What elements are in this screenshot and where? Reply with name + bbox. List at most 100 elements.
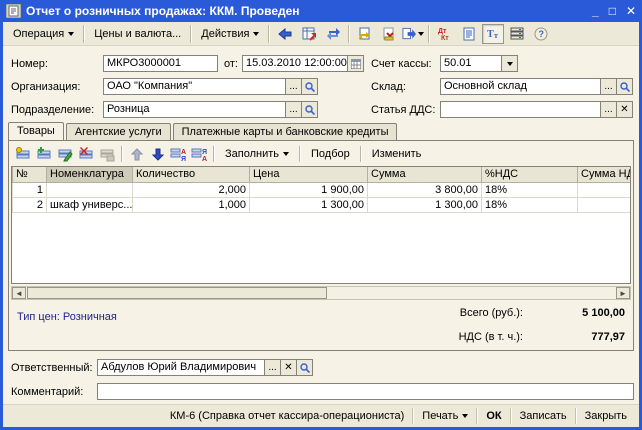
cancel-post-icon[interactable] xyxy=(378,24,400,44)
ok-button[interactable]: ОК xyxy=(478,407,509,425)
clear-x-icon[interactable]: ✕ xyxy=(617,101,633,118)
ellipsis-button[interactable]: ... xyxy=(265,359,281,376)
selected-cell[interactable]: шкаф интерьер xyxy=(47,182,133,197)
fill-menu-button[interactable]: Заполнить xyxy=(218,146,296,162)
warehouse-label: Склад: xyxy=(371,81,406,93)
col-vat-sum[interactable]: Сумма НДС xyxy=(578,167,632,182)
number-input[interactable]: МКРО3000001 xyxy=(103,55,218,72)
ellipsis-button[interactable]: ... xyxy=(286,101,302,118)
ellipsis-button[interactable]: ... xyxy=(601,78,617,95)
operation-menu-button[interactable]: Операция xyxy=(7,26,80,42)
edit-button[interactable]: Изменить xyxy=(365,146,429,162)
division-label: Подразделение: xyxy=(11,104,94,116)
scroll-left-icon[interactable]: ◄ xyxy=(12,287,26,299)
total-label: Всего (руб.): xyxy=(460,307,523,319)
clear-x-icon[interactable]: ✕ xyxy=(281,359,297,376)
back-icon[interactable] xyxy=(274,24,296,44)
reread-icon[interactable] xyxy=(298,24,320,44)
magnifier-icon[interactable] xyxy=(617,78,633,95)
scroll-right-icon[interactable]: ► xyxy=(616,287,630,299)
svg-text:T: T xyxy=(487,29,494,40)
insert-row-icon[interactable] xyxy=(34,145,55,164)
toolbar-separator xyxy=(121,146,123,162)
svg-text:Я: Я xyxy=(202,149,207,156)
svg-text:А: А xyxy=(202,156,207,162)
items-table: № Номенклатура Количество Цена Сумма %НД… xyxy=(11,166,631,284)
date-input[interactable]: 15.03.2010 12:00:00 xyxy=(242,55,348,72)
save-icon[interactable] xyxy=(354,24,376,44)
table-row[interactable]: 1 шкаф интерьер 2,000 1 900,00 3 800,00 … xyxy=(13,182,632,197)
horizontal-scrollbar[interactable]: ◄ ► xyxy=(11,286,631,300)
edit-row-icon[interactable] xyxy=(55,145,76,164)
svg-text:Я: Я xyxy=(181,156,186,162)
close-icon[interactable]: ✕ xyxy=(626,4,636,18)
toolbar-separator xyxy=(190,25,192,43)
scrollbar-thumb[interactable] xyxy=(27,287,327,299)
sort-za-icon[interactable]: ЯА xyxy=(189,145,210,164)
organization-input[interactable]: ОАО "Компания" xyxy=(103,78,286,95)
pick-button[interactable]: Подбор xyxy=(304,146,357,162)
title-bar: Отчет о розничных продажах: ККМ. Проведе… xyxy=(0,0,642,22)
swap-arrows-icon[interactable] xyxy=(322,24,344,44)
save-button[interactable]: Записать xyxy=(512,407,575,425)
tab-tovary[interactable]: Товары xyxy=(8,122,64,141)
minimize-icon[interactable]: _ xyxy=(592,4,599,18)
post-icon[interactable] xyxy=(402,24,424,44)
magnifier-icon[interactable] xyxy=(302,101,318,118)
dt-kt-icon[interactable]: ДтКт xyxy=(434,24,456,44)
col-nomenclature[interactable]: Номенклатура xyxy=(47,167,133,182)
maximize-icon[interactable]: □ xyxy=(609,4,616,18)
text-tt-icon[interactable]: Tт xyxy=(482,24,504,44)
km6-report-button[interactable]: КМ-6 (Справка отчет кассира-операционист… xyxy=(162,407,412,425)
vat-total-value: 777,97 xyxy=(530,331,625,343)
col-number[interactable]: № xyxy=(13,167,47,182)
responsible-input[interactable]: Абдулов Юрий Владимирович xyxy=(97,359,265,376)
chevron-down-icon[interactable] xyxy=(502,55,518,72)
tab-panel-tovary: АЯ ЯА Заполнить Подбор Изменить xyxy=(8,140,634,351)
svg-text:Дт: Дт xyxy=(438,28,447,35)
move-down-icon[interactable] xyxy=(147,145,168,164)
cash-account-combo[interactable]: 50.01 xyxy=(440,55,502,72)
table-row[interactable]: 2 шкаф универс... 1,000 1 300,00 1 300,0… xyxy=(13,197,632,212)
comment-input[interactable] xyxy=(97,383,634,400)
tab-platezhnye-karty[interactable]: Платежные карты и банковские кредиты xyxy=(173,123,398,140)
col-sum[interactable]: Сумма xyxy=(368,167,482,182)
svg-text:?: ? xyxy=(539,29,545,39)
responsible-label: Ответственный: xyxy=(11,362,93,374)
comment-label: Комментарий: xyxy=(11,386,83,398)
ellipsis-button[interactable]: ... xyxy=(286,78,302,95)
number-label: Номер: xyxy=(11,58,48,70)
toolbar-separator xyxy=(299,146,301,162)
delete-row-icon[interactable] xyxy=(76,145,97,164)
price-type-label[interactable]: Тип цен: Розничная xyxy=(17,311,117,323)
structure-icon[interactable] xyxy=(506,24,528,44)
calendar-icon[interactable] xyxy=(348,55,364,72)
magnifier-icon[interactable] xyxy=(297,359,313,376)
prices-currency-button[interactable]: Цены и валюта... xyxy=(88,26,187,42)
col-price[interactable]: Цена xyxy=(250,167,368,182)
dds-input[interactable] xyxy=(440,101,601,118)
col-quantity[interactable]: Количество xyxy=(133,167,250,182)
document-report-icon[interactable] xyxy=(458,24,480,44)
close-button[interactable]: Закрыть xyxy=(577,407,635,425)
move-up-icon[interactable] xyxy=(126,145,147,164)
actions-menu-button[interactable]: Действия xyxy=(195,26,265,42)
help-icon[interactable]: ? xyxy=(530,24,552,44)
toolbar-separator xyxy=(360,146,362,162)
print-menu-button[interactable]: Печать xyxy=(414,407,476,425)
toolbar-separator xyxy=(213,146,215,162)
magnifier-icon[interactable] xyxy=(302,78,318,95)
tab-agentskie-uslugi[interactable]: Агентские услуги xyxy=(66,123,171,140)
col-vat-percent[interactable]: %НДС xyxy=(482,167,578,182)
toolbar-separator xyxy=(83,25,85,43)
ellipsis-button[interactable]: ... xyxy=(601,101,617,118)
table-header-row: № Номенклатура Количество Цена Сумма %НД… xyxy=(13,167,632,182)
add-row-icon[interactable] xyxy=(13,145,34,164)
client-area: Операция Цены и валюта... Действия xyxy=(3,22,639,427)
chevron-down-icon xyxy=(253,32,259,36)
warehouse-input[interactable]: Основной склад xyxy=(440,78,601,95)
division-input[interactable]: Розница xyxy=(103,101,286,118)
sort-az-icon[interactable]: АЯ xyxy=(168,145,189,164)
end-edit-icon[interactable] xyxy=(97,145,118,164)
svg-text:т: т xyxy=(494,31,498,40)
